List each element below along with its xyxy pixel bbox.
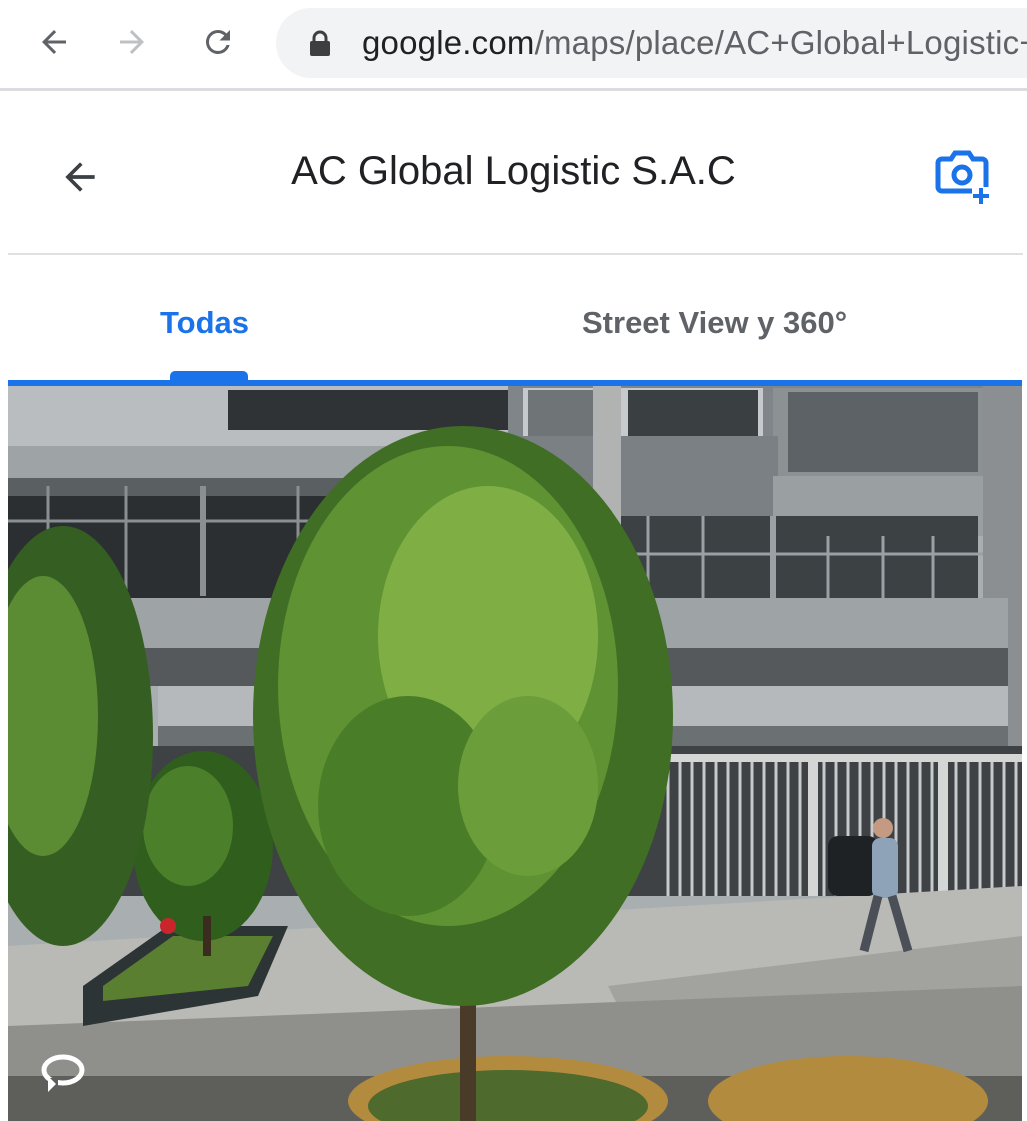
page-title: AC Global Logistic S.A.C <box>291 149 736 193</box>
tab-street-view[interactable]: Street View y 360° <box>582 305 847 341</box>
reload-icon <box>205 29 230 54</box>
arrow-right-icon <box>120 30 144 54</box>
url-host: google.com <box>362 24 535 61</box>
browser-reload-button[interactable] <box>194 18 242 66</box>
active-tab-indicator <box>170 371 248 380</box>
url-text: google.com/maps/place/AC+Global+Logistic… <box>362 24 1027 62</box>
place-header: AC Global Logistic S.A.C <box>0 91 1027 253</box>
photo-tabs: Todas Street View y 360° <box>0 255 1027 382</box>
add-photo-button[interactable] <box>930 147 994 207</box>
address-bar[interactable]: google.com/maps/place/AC+Global+Logistic… <box>276 8 1027 78</box>
browser-forward-button[interactable] <box>108 18 156 66</box>
arrow-left-icon <box>42 30 66 54</box>
rotate-360-button[interactable] <box>38 1052 88 1096</box>
add-photo-camera-icon <box>935 150 990 205</box>
street-view-image <box>8 386 1022 1121</box>
rotate-360-icon <box>41 1054 85 1092</box>
tab-todas[interactable]: Todas <box>160 305 249 341</box>
browser-toolbar: google.com/maps/place/AC+Global+Logistic… <box>0 0 1027 91</box>
url-path: /maps/place/AC+Global+Logistic+S.A.C <box>534 24 1027 61</box>
lock-icon <box>310 30 330 56</box>
browser-back-button[interactable] <box>30 18 78 66</box>
street-view-photo[interactable] <box>8 386 1022 1121</box>
